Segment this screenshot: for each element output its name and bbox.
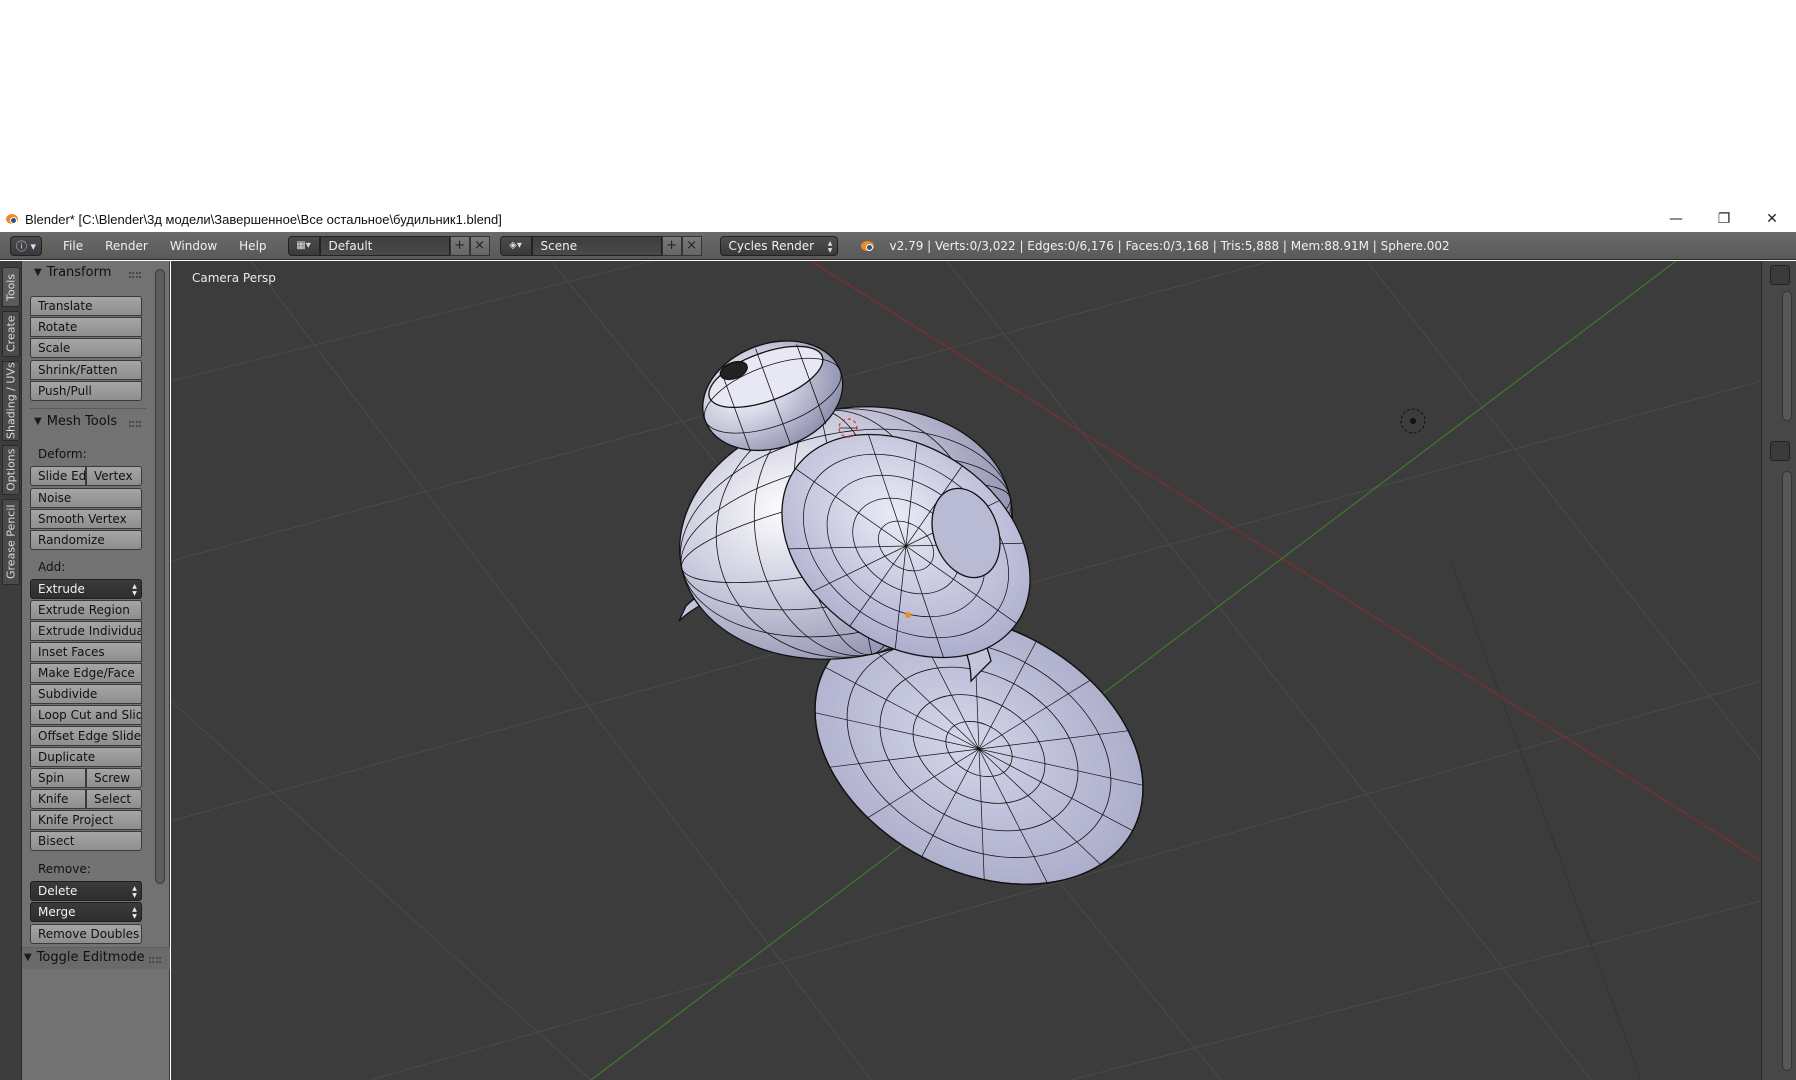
blender-version-icon [860,238,876,254]
merge-select[interactable]: Merge [30,902,142,922]
randomize-button[interactable]: Randomize [30,530,142,550]
offset-edge-slide-button[interactable]: Offset Edge Slide [30,726,142,746]
push-pull-button[interactable]: Push/Pull [30,381,142,401]
viewport-view-label: Camera Persp [192,271,276,285]
outliner-icon[interactable] [1770,265,1790,285]
minimize-button[interactable]: — [1652,206,1700,232]
desktop-blank-area [0,0,1796,206]
extrude-select[interactable]: Extrude [30,579,142,599]
translate-button[interactable]: Translate [30,296,142,316]
scene-icon[interactable]: ◈▾ [499,235,532,256]
menu-window[interactable]: Window [159,236,228,256]
properties-editor-strip [1761,261,1796,1080]
collapse-triangle-icon: ▼ [34,267,42,278]
transform-panel-header[interactable]: ▼ Transform [34,263,111,283]
tab-options[interactable]: Options [2,445,20,495]
tab-shading-uvs[interactable]: Shading / UVs [2,361,20,441]
remove-doubles-button[interactable]: Remove Doubles [30,924,142,944]
spin-button[interactable]: Spin [30,768,86,788]
toggle-editmode-header[interactable]: ▼ Toggle Editmode [24,948,145,968]
shrink-fatten-button[interactable]: Shrink/Fatten [30,360,142,380]
lamp-icon [1400,408,1426,434]
window-title: Blender* [C:\Blender\3д модели\Завершенн… [25,211,502,227]
outliner-scrollbar[interactable] [1782,291,1792,421]
add-label: Add: [38,560,66,574]
tab-grease-pencil[interactable]: Grease Pencil [2,499,20,585]
menu-render[interactable]: Render [94,236,159,256]
noise-button[interactable]: Noise [30,488,142,508]
mesh-tools-panel-header[interactable]: ▼ Mesh Tools [34,412,117,432]
vertex-slide-button[interactable]: Vertex [86,466,142,486]
knife-project-button[interactable]: Knife Project [30,810,142,830]
window-controls: — ❐ ✕ [1652,206,1796,232]
remove-scene-button[interactable]: × [681,235,702,256]
close-button[interactable]: ✕ [1748,206,1796,232]
tool-shelf-tabs: Tools Create Shading / UVs Options Greas… [0,261,22,1080]
tab-tools[interactable]: Tools [2,267,20,307]
scene-stats: v2.79 | Verts:0/3,022 | Edges:0/6,176 | … [889,238,1450,253]
info-header: ⓘ ▾ File Render Window Help ▦▾ Default +… [0,232,1796,260]
transform-panel-title: Transform [46,265,112,280]
screw-button[interactable]: Screw [86,768,142,788]
add-layout-button[interactable]: + [449,235,470,256]
menu-help[interactable]: Help [228,236,277,256]
object-origin-icon [905,612,911,618]
delete-select[interactable]: Delete [30,881,142,901]
collapse-triangle-icon: ▼ [24,952,32,963]
bisect-button[interactable]: Bisect [30,831,142,851]
properties-icon[interactable] [1770,441,1790,461]
remove-label: Remove: [38,862,91,876]
restore-button[interactable]: ❐ [1700,206,1748,232]
editor-type-button[interactable]: ⓘ ▾ [10,235,42,256]
layout-name-field[interactable]: Default [319,235,450,256]
smooth-vertex-button[interactable]: Smooth Vertex [30,509,142,529]
panel-grip-icon[interactable] [129,421,141,427]
alarm-clock-mesh [678,340,1144,885]
info-icon: ⓘ ▾ [15,239,37,253]
knife-button[interactable]: Knife [30,789,86,809]
rotate-button[interactable]: Rotate [30,317,142,337]
add-scene-button[interactable]: + [661,235,682,256]
collapse-triangle-icon: ▼ [34,416,42,427]
knife-select-button[interactable]: Select [86,789,142,809]
panel-divider [30,408,146,409]
render-engine-select[interactable]: Cycles Render [719,235,838,256]
mesh-tools-panel-title: Mesh Tools [46,414,118,429]
duplicate-button[interactable]: Duplicate [30,747,142,767]
loop-cut-and-slide-button[interactable]: Loop Cut and Slide [30,705,142,725]
tool-shelf-scrollbar[interactable] [155,269,165,884]
layout-icon[interactable]: ▦▾ [287,235,320,256]
tool-shelf: ▼ Transform Translate Rotate Scale Shrin… [22,261,170,1080]
slide-edge-button[interactable]: Slide Ed [30,466,86,486]
window-titlebar: Blender* [C:\Blender\3д модели\Завершенн… [0,206,1796,232]
extrude-individual-button[interactable]: Extrude Individual [30,621,142,641]
blender-logo-icon [4,211,20,227]
main-menu: File Render Window Help [52,236,278,256]
toggle-editmode-title: Toggle Editmode [36,950,145,965]
tab-create[interactable]: Create [2,311,20,357]
extrude-region-button[interactable]: Extrude Region [30,600,142,620]
deform-label: Deform: [38,447,87,461]
properties-scrollbar[interactable] [1782,471,1792,1071]
inset-faces-button[interactable]: Inset Faces [30,642,142,662]
screen-layout-selector: ▦▾ Default + × [287,235,490,256]
3d-viewport[interactable]: Camera Persp [171,261,1761,1080]
scene-name-field[interactable]: Scene [531,235,662,256]
scene-selector: ◈▾ Scene + × [499,235,702,256]
viewport-scene [171,261,1761,1080]
panel-grip-icon[interactable] [129,272,141,278]
scale-button[interactable]: Scale [30,338,142,358]
subdivide-button[interactable]: Subdivide [30,684,142,704]
menu-file[interactable]: File [52,236,94,256]
remove-layout-button[interactable]: × [469,235,490,256]
make-edge-face-button[interactable]: Make Edge/Face [30,663,142,683]
panel-grip-icon[interactable] [149,957,161,963]
